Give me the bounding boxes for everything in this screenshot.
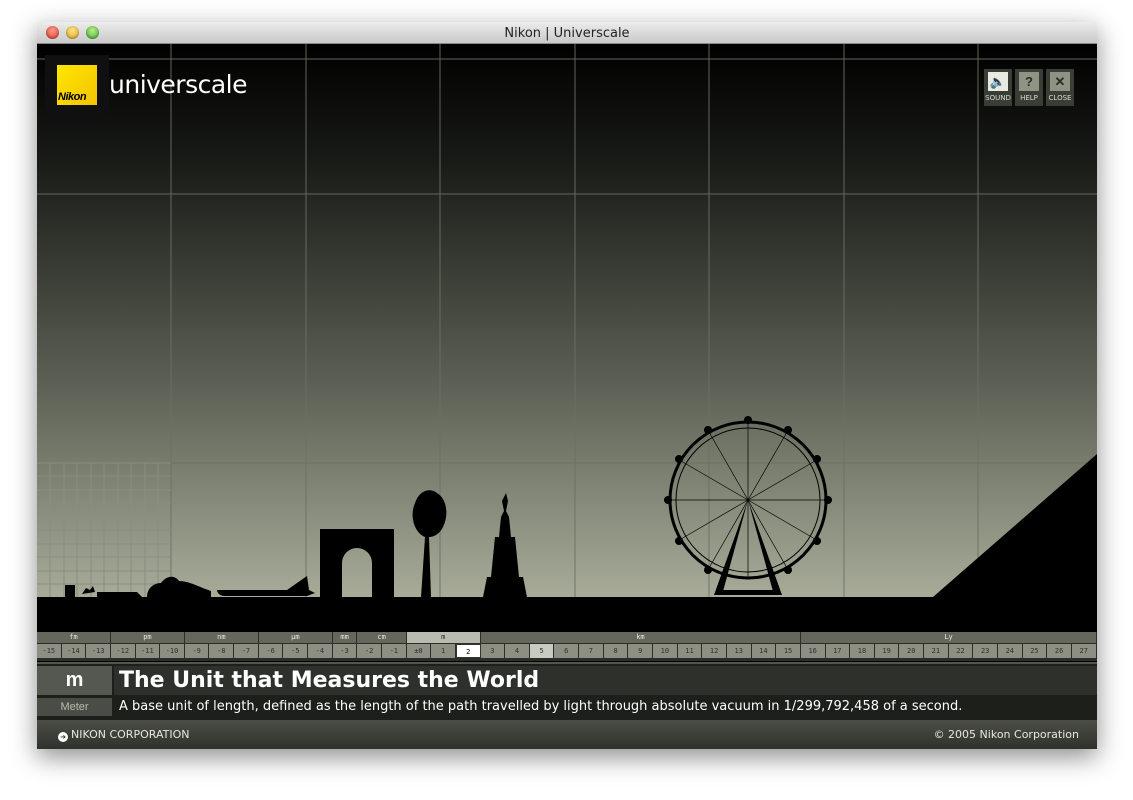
ruler-step[interactable]: -14 [61, 644, 87, 658]
info-headline: The Unit that Measures the World [114, 666, 1097, 695]
nikon-logo: Nikon [45, 55, 109, 119]
ruler-unit-row: fm pm nm μm mm cm m km Ly [37, 632, 1097, 643]
ruler-unit[interactable]: fm [37, 632, 111, 643]
ruler-number-row: -15 -14 -13 -12 -11 -10 -9 -8 -7 -6 -5 -4 -3 -2 -1 ±0 1 2… [37, 644, 1097, 658]
silhouettes [65, 420, 1097, 597]
ruler-step[interactable]: 25 [1022, 644, 1048, 658]
scene-illustration [37, 44, 1097, 597]
fine-grid [37, 462, 171, 597]
close-icon: ✕ [1050, 72, 1070, 91]
ruler-step[interactable]: 10 [653, 644, 678, 658]
ruler-step[interactable]: -1 [381, 644, 407, 658]
ruler-step[interactable]: -12 [110, 644, 136, 658]
ruler-unit[interactable]: nm [184, 632, 259, 643]
ruler-step[interactable]: 6 [554, 644, 580, 658]
ruler-step[interactable]: 17 [825, 644, 851, 658]
unit-symbol: m [37, 666, 112, 695]
ruler-step[interactable]: 1 [431, 644, 456, 658]
ruler-step[interactable]: -4 [308, 644, 333, 658]
unit-name: Meter [37, 698, 112, 716]
logo-text: Nikon [58, 91, 87, 103]
sound-label: SOUND [985, 94, 1011, 102]
app-name: universcale [109, 70, 248, 99]
ruler-step[interactable]: ±0 [406, 644, 432, 658]
ruler-step[interactable]: -11 [135, 644, 161, 658]
ruler-step[interactable]: -13 [86, 644, 111, 658]
ruler-step[interactable]: 26 [1047, 644, 1072, 658]
ruler-unit[interactable]: km [480, 632, 802, 643]
ruler-step[interactable]: 23 [973, 644, 998, 658]
ruler-step[interactable]: 20 [899, 644, 925, 658]
company-name: NIKON CORPORATION [71, 728, 190, 741]
ruler-step[interactable]: -6 [258, 644, 284, 658]
window-title: Nikon | Universcale [504, 26, 630, 41]
ruler-step[interactable]: 15 [776, 644, 801, 658]
ruler-unit[interactable]: μm [258, 632, 333, 643]
ruler-step[interactable]: 12 [702, 644, 727, 658]
ruler-step[interactable]: 8 [603, 644, 629, 658]
info-panel: m Meter The Unit that Measures the World… [37, 662, 1097, 720]
ruler-step[interactable]: 5 [529, 644, 555, 658]
title-bar[interactable]: Nikon | Universcale [37, 22, 1097, 44]
ruler-step[interactable]: 21 [924, 644, 949, 658]
scale-ruler[interactable]: fm pm nm μm mm cm m km Ly -15 -14 -13 -12 -11 -10 -9 -8… [37, 632, 1097, 661]
ruler-unit[interactable]: pm [110, 632, 185, 643]
ruler-step[interactable]: 16 [800, 644, 826, 658]
info-description: A base unit of length, defined as the le… [119, 699, 963, 714]
ruler-step[interactable]: 19 [874, 644, 900, 658]
ruler-step[interactable]: -10 [160, 644, 185, 658]
ruler-step[interactable]: -9 [184, 644, 210, 658]
ruler-step[interactable]: -3 [332, 644, 358, 658]
ruler-step[interactable]: 22 [948, 644, 974, 658]
help-button[interactable]: ? HELP [1015, 69, 1043, 106]
arrow-icon: ➜ [58, 732, 68, 742]
app-window: Nikon | Universcale Nikon universcale 🔈 … [37, 22, 1097, 749]
ruler-step[interactable]: 18 [850, 644, 875, 658]
ruler-step[interactable]: -15 [37, 644, 62, 658]
speaker-icon: 🔈 [988, 72, 1008, 91]
ruler-unit[interactable]: mm [332, 632, 358, 643]
ruler-step[interactable]: 9 [628, 644, 654, 658]
ruler-step[interactable]: 4 [505, 644, 530, 658]
close-button[interactable]: ✕ CLOSE [1046, 69, 1074, 106]
scale-stage[interactable]: Nikon universcale 🔈 SOUND ? HELP ✕ CLOSE… [37, 44, 1097, 597]
grid-lines [37, 44, 1097, 597]
ruler-unit[interactable]: Ly [801, 632, 1097, 643]
help-label: HELP [1020, 94, 1038, 102]
ruler-step[interactable]: 24 [997, 644, 1023, 658]
copyright: © 2005 Nikon Corporation [933, 728, 1079, 741]
ruler-step[interactable]: -5 [283, 644, 309, 658]
ruler-unit[interactable]: m [406, 632, 481, 643]
nikon-corporation-link[interactable]: ➜ NIKON CORPORATION [58, 728, 189, 742]
ruler-step[interactable]: -2 [357, 644, 382, 658]
sound-button[interactable]: 🔈 SOUND [984, 69, 1012, 106]
ruler-step[interactable]: 27 [1071, 644, 1097, 658]
ruler-step[interactable]: 7 [579, 644, 604, 658]
ruler-step[interactable]: -7 [234, 644, 259, 658]
ruler-step[interactable]: 13 [726, 644, 752, 658]
footer: ➜ NIKON CORPORATION © 2005 Nikon Corporat… [37, 720, 1097, 749]
ruler-step[interactable]: 3 [480, 644, 506, 658]
close-label: CLOSE [1048, 94, 1072, 102]
ruler-unit[interactable]: cm [357, 632, 407, 643]
question-icon: ? [1019, 72, 1039, 91]
ruler-step[interactable]: 11 [677, 644, 703, 658]
ruler-step[interactable]: 2 [455, 644, 481, 658]
nikon-badge-icon: Nikon [57, 65, 97, 105]
ruler-step[interactable]: -8 [209, 644, 235, 658]
ruler-step[interactable]: 14 [751, 644, 777, 658]
